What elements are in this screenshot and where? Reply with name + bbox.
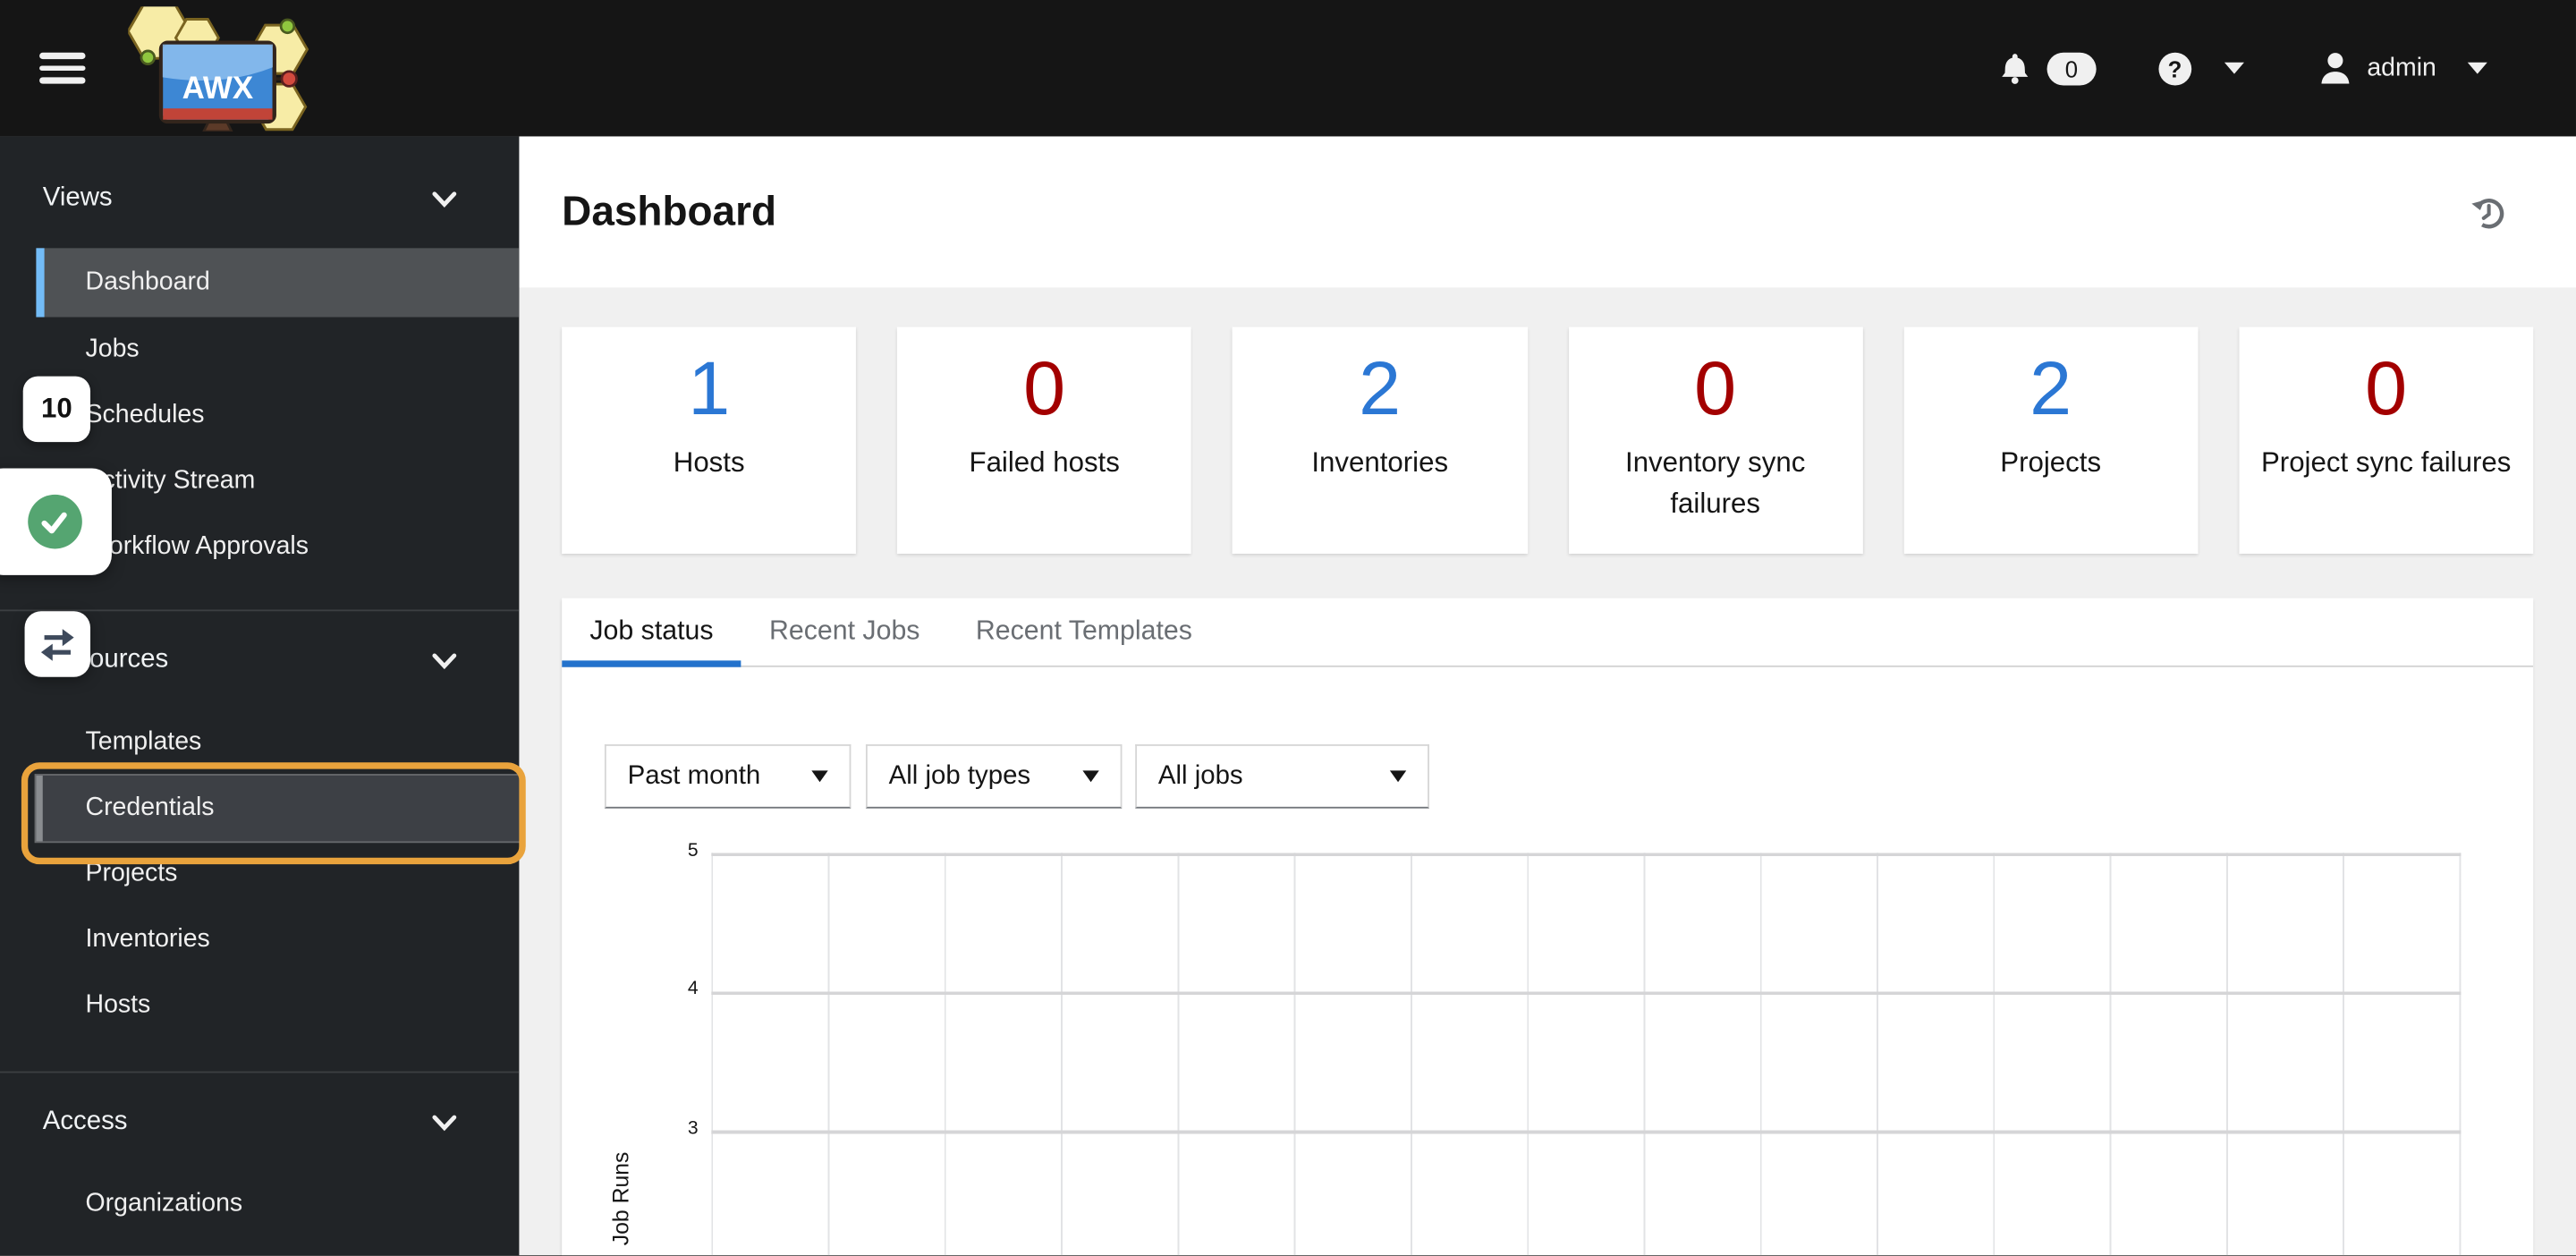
swap-arrows-icon <box>40 628 74 660</box>
stat-card-inventories: 2 Inventories <box>1233 327 1528 554</box>
stat-label: Projects <box>2000 446 2102 479</box>
sidebar-item-inventories[interactable]: Inventories <box>36 907 519 972</box>
stat-label: Inventories <box>1311 446 1449 479</box>
stat-label: Hosts <box>673 446 745 479</box>
chevron-down-icon <box>432 652 457 669</box>
job-runs-chart-plot-area <box>711 853 2462 1256</box>
sidebar-nav: Views Dashboard Jobs Schedules Activity … <box>0 136 526 1256</box>
green-node-dot <box>140 48 157 65</box>
tab-job-status[interactable]: Job status <box>562 598 742 667</box>
y-axis-tick: 4 <box>687 979 699 999</box>
notification-count-badge[interactable]: 0 <box>2046 51 2097 85</box>
stat-label: Failed hosts <box>969 446 1120 479</box>
select-caret-icon <box>1389 770 1407 783</box>
stat-card-project-sync-failures: 0 Project sync failures <box>2239 327 2534 554</box>
page-header: Dashboard <box>519 136 2576 288</box>
graph-tabs: Job status Recent Jobs Recent Templates <box>562 598 2534 667</box>
sidebar-item-projects[interactable]: Projects <box>36 841 519 906</box>
y-axis-tick: 5 <box>687 841 699 861</box>
page-title: Dashboard <box>562 188 777 234</box>
user-dropdown-caret-icon[interactable] <box>2467 62 2487 74</box>
main-content: Dashboard 1 Hosts 0 Failed hosts 2 Inven… <box>519 136 2576 1256</box>
help-icon[interactable]: ? <box>2158 51 2191 85</box>
overlay-swap-card <box>24 611 91 677</box>
nav-section-resources: Resources Templates Credentials Projects… <box>0 609 526 1071</box>
stat-card-failed-hosts: 0 Failed hosts <box>897 327 1192 554</box>
stat-cards-row: 1 Hosts 0 Failed hosts 2 Inventories 0 I… <box>562 327 2534 554</box>
username-label[interactable]: admin <box>2367 54 2436 83</box>
stat-value-project-sync-failures[interactable]: 0 <box>2365 347 2407 429</box>
sidebar-item-schedules[interactable]: Schedules <box>36 383 519 448</box>
chevron-down-icon <box>432 191 457 208</box>
sidebar-item-dashboard[interactable]: Dashboard <box>36 248 520 318</box>
select-caret-icon <box>1082 770 1099 783</box>
y-axis-label: Job Runs <box>608 1151 634 1246</box>
brand-text: AWX <box>182 70 253 105</box>
y-axis-tick: 3 <box>687 1118 699 1139</box>
dashboard-graph-panel: Job status Recent Jobs Recent Templates … <box>562 598 2534 1256</box>
chevron-down-icon <box>432 1114 457 1131</box>
stat-value-projects[interactable]: 2 <box>2029 347 2072 429</box>
stat-value-inventories[interactable]: 2 <box>1359 347 1401 429</box>
overlay-success-card <box>0 468 112 575</box>
nav-section-title-views[interactable]: Views <box>0 163 519 235</box>
stat-value-failed-hosts[interactable]: 0 <box>1023 347 1065 429</box>
sidebar-item-credentials[interactable]: Credentials <box>21 762 526 865</box>
chart-filters: Past month All job types All jobs <box>604 744 2533 809</box>
job-filter-select[interactable]: All jobs <box>1135 744 1429 809</box>
sidebar-item-jobs[interactable]: Jobs <box>36 317 519 382</box>
notification-bell-icon[interactable] <box>1999 51 2030 86</box>
monitor: AWX <box>158 39 276 132</box>
help-dropdown-caret-icon[interactable] <box>2224 62 2244 74</box>
nav-section-access: Access Organizations <box>0 1071 520 1256</box>
job-type-select[interactable]: All job types <box>865 744 1123 809</box>
sidebar-item-hosts[interactable]: Hosts <box>36 972 519 1038</box>
awx-logo[interactable]: AWX <box>128 5 310 132</box>
stat-card-projects: 2 Projects <box>1903 327 2199 554</box>
overlay-count-badge: 10 <box>22 376 91 443</box>
stat-value-hosts[interactable]: 1 <box>688 347 730 429</box>
tab-recent-jobs[interactable]: Recent Jobs <box>741 598 948 666</box>
hamburger-menu-icon[interactable] <box>39 47 86 90</box>
nav-section-title-access[interactable]: Access <box>0 1086 519 1158</box>
check-circle-icon <box>27 494 81 549</box>
awx-app-window: AWX 0 ? admin Views Dashboard Jobs Sched… <box>0 0 2576 1256</box>
sidebar-item-organizations[interactable]: Organizations <box>36 1172 519 1237</box>
stat-label: Project sync failures <box>2260 446 2512 479</box>
stat-label: Inventory sync failures <box>1625 446 1806 520</box>
top-navbar: AWX 0 ? admin <box>0 0 2576 137</box>
tab-recent-templates[interactable]: Recent Templates <box>948 598 1220 666</box>
sidebar-item-templates[interactable]: Templates <box>36 709 519 775</box>
topbar-actions: 0 ? admin <box>1999 51 2487 86</box>
stat-card-inventory-sync-failures: 0 Inventory sync failures <box>1568 327 1863 554</box>
red-node-dot <box>280 69 298 87</box>
stat-value-inventory-sync-failures[interactable]: 0 <box>1694 347 1736 429</box>
user-avatar-icon[interactable] <box>2320 53 2350 84</box>
green-node-dot <box>279 17 296 34</box>
period-select[interactable]: Past month <box>604 744 852 809</box>
history-icon[interactable] <box>2468 191 2509 233</box>
select-caret-icon <box>811 770 828 783</box>
stat-card-hosts: 1 Hosts <box>562 327 857 554</box>
